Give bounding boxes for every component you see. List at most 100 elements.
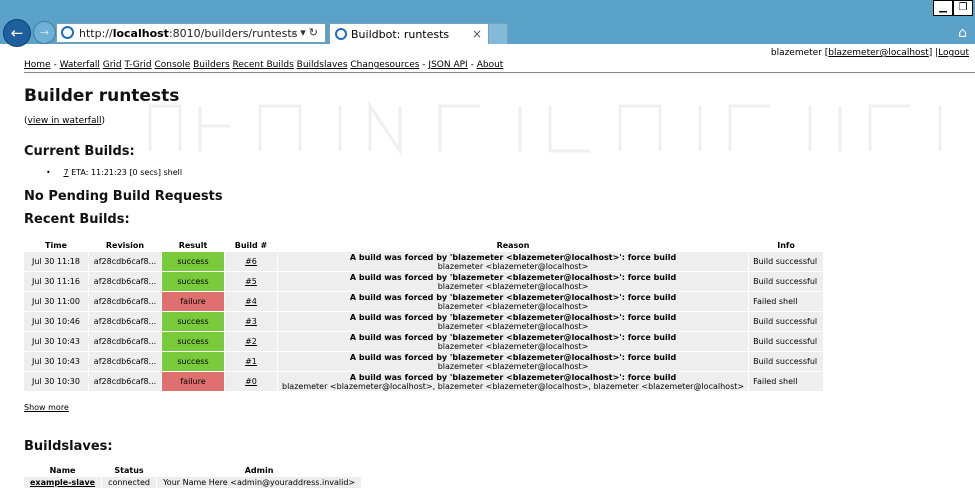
build-number-link[interactable]: #3 (245, 317, 257, 326)
build-number-link[interactable]: #0 (245, 377, 257, 386)
build-reason-text: A build was forced by 'blazemeter <blaze… (349, 372, 677, 382)
current-builds-heading: Current Builds: (24, 144, 135, 159)
recent-builds-table: Time Revision Result Build # Reason Info… (23, 239, 824, 392)
build-reason-by: blazemeter <blazemeter@localhost> (437, 261, 589, 271)
build-result: failure (162, 372, 224, 391)
col-name: Name (49, 466, 76, 475)
home-icon[interactable]: ⌂ (958, 25, 967, 41)
recent-builds-heading: Recent Builds: (24, 212, 130, 227)
nav-recent-builds[interactable]: Recent Builds (233, 60, 294, 70)
col-status: Status (114, 466, 144, 475)
build-number-link[interactable]: #6 (245, 257, 257, 266)
address-bar[interactable]: http://localhost:8010/builders/runtests … (56, 23, 326, 43)
build-info: Failed shell (749, 372, 824, 391)
build-reason-text: A build was forced by 'blazemeter <blaze… (349, 332, 677, 342)
refresh-icon[interactable]: ↻ (309, 26, 321, 39)
login-link[interactable]: blazemeter@localhost (828, 48, 928, 58)
build-info: Build successful (749, 312, 824, 331)
build-info: Failed shell (749, 292, 824, 311)
page-title: Builder runtests (24, 86, 180, 106)
build-reason-by: blazemeter <blazemeter@localhost> (437, 281, 589, 291)
build-time: Jul 30 10:30 (24, 372, 88, 391)
build-info: Build successful (749, 252, 824, 271)
view-in-waterfall-link[interactable]: view in waterfall (28, 116, 102, 126)
build-result: success (162, 332, 224, 351)
restore-icon[interactable]: ❐ (953, 0, 973, 16)
build-reason-by: blazemeter <blazemeter@localhost> (437, 361, 589, 371)
build-reason-text: A build was forced by 'blazemeter <blaze… (349, 272, 677, 282)
build-revision: af28cdb6caf8... (89, 312, 161, 331)
view-in-waterfall: (view in waterfall) (24, 116, 106, 126)
build-reason-by: blazemeter <blazemeter@localhost> (437, 301, 589, 311)
table-row: example-slave connected Your Name Here <ad… (24, 477, 362, 488)
build-number-link[interactable]: #2 (245, 337, 257, 346)
table-row: Jul 30 11:00 af28cdb6caf8... failure #4 A bu… (24, 292, 824, 311)
table-row: Jul 30 10:46 af28cdb6caf8... success #3 A bu… (24, 312, 824, 331)
pending-heading: No Pending Build Requests (24, 189, 223, 204)
ie-logo-icon (61, 26, 74, 39)
slave-admin: Your Name Here <admin@youraddress.invali… (156, 477, 362, 488)
divider (24, 72, 975, 73)
build-number: #1 (225, 352, 277, 371)
nav-about[interactable]: About (477, 60, 504, 70)
build-reason: A build was forced by 'blazemeter <blaze… (278, 332, 749, 351)
table-row: Jul 30 10:30 af28cdb6caf8... failure #0 A bu… (24, 372, 824, 391)
col-revision: Revision (105, 241, 145, 250)
build-number-link[interactable]: #4 (245, 297, 257, 306)
build-revision: af28cdb6caf8... (89, 252, 161, 271)
logout-link[interactable]: Logout (938, 48, 969, 58)
buildslaves-table: Name Status Admin example-slave connected… (23, 464, 362, 489)
build-info: Build successful (749, 272, 824, 291)
build-revision: af28cdb6caf8... (89, 352, 161, 371)
build-reason-by: blazemeter <blazemeter@localhost> (437, 341, 589, 351)
nav-home[interactable]: Home (24, 60, 51, 70)
minimize-icon[interactable]: ▁ (933, 0, 953, 16)
table-row: Jul 30 10:43 af28cdb6caf8... success #2 A bu… (24, 332, 824, 351)
build-reason: A build was forced by 'blazemeter <blaze… (278, 292, 749, 311)
build-reason-by: blazemeter <blazemeter@localhost> (437, 321, 589, 331)
user-bar: blazemeter [blazemeter@localhost] |Logou… (770, 48, 969, 58)
back-arrow-icon[interactable]: ← (3, 19, 31, 47)
nav-tgrid[interactable]: T-Grid (125, 60, 152, 70)
address-url[interactable]: http://localhost:8010/builders/runtests (79, 27, 297, 40)
forward-arrow-icon[interactable]: → (33, 21, 56, 44)
new-tab-button[interactable] (488, 23, 508, 44)
build-number-link[interactable]: #1 (245, 357, 257, 366)
build-reason-text: A build was forced by 'blazemeter <blaze… (349, 292, 677, 302)
browser-tab[interactable]: Buildbot: runtests × (329, 23, 489, 44)
browser-chrome: ▁ ❐ ← → http://localhost:8010/builders/r… (0, 0, 975, 47)
col-admin: Admin (244, 466, 274, 475)
slave-name: example-slave (24, 477, 102, 488)
nav-console[interactable]: Console (155, 60, 191, 70)
build-number-link[interactable]: #5 (245, 277, 257, 286)
nav-grid[interactable]: Grid (103, 60, 122, 70)
build-result: success (162, 352, 224, 371)
address-tools[interactable]: ⌕▾↻ (291, 26, 321, 40)
build-revision: af28cdb6caf8... (89, 372, 161, 391)
slave-name-link[interactable]: example-slave (30, 478, 95, 487)
show-more-link[interactable]: Show more (24, 403, 69, 412)
nav-builders[interactable]: Builders (193, 60, 230, 70)
build-result: success (162, 252, 224, 271)
build-result: failure (162, 292, 224, 311)
build-info: Build successful (749, 332, 824, 351)
build-time: Jul 30 10:43 (24, 332, 88, 351)
close-icon[interactable]: × (472, 27, 482, 41)
nav-json-api[interactable]: JSON API (428, 60, 467, 70)
build-reason: A build was forced by 'blazemeter <blaze… (278, 252, 749, 271)
build-number: #6 (225, 252, 277, 271)
search-icon[interactable]: ⌕ (291, 26, 300, 39)
build-time: Jul 30 10:43 (24, 352, 88, 371)
ie-logo-icon (335, 28, 347, 40)
build-reason: A build was forced by 'blazemeter <blaze… (278, 352, 749, 371)
table-header-row: Name Status Admin (24, 465, 361, 476)
nav-buildslaves[interactable]: Buildslaves (297, 60, 348, 70)
table-row: Jul 30 11:18 af28cdb6caf8... success #6 A bu… (24, 252, 824, 271)
build-reason-by: blazemeter <blazemeter@localhost>, blaze… (282, 381, 745, 391)
build-number: #5 (225, 272, 277, 291)
tab-title: Buildbot: runtests (351, 28, 450, 41)
nav-changesources[interactable]: Changesources (350, 60, 419, 70)
build-result: success (162, 272, 224, 291)
table-row: Jul 30 10:43 af28cdb6caf8... success #1 A bu… (24, 352, 824, 371)
nav-waterfall[interactable]: Waterfall (60, 60, 100, 70)
